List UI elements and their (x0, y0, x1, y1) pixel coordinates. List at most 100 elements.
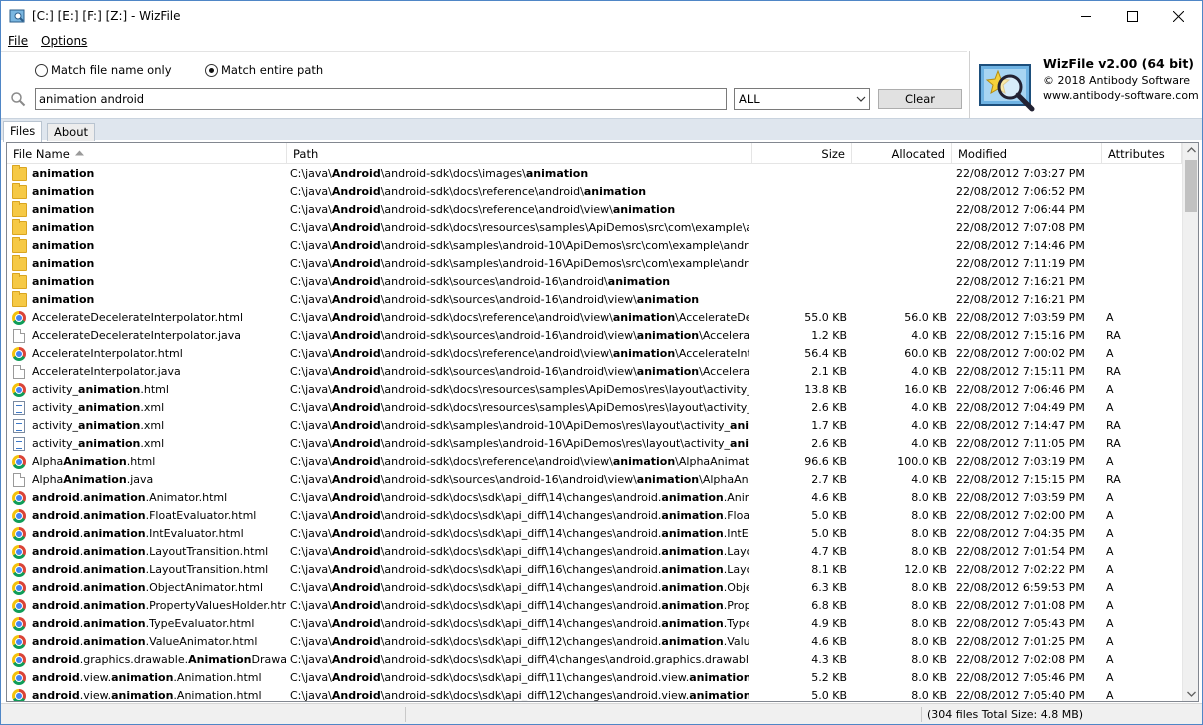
table-row[interactable]: animation C:\java\Android\android-sdk\sam… (7, 255, 1182, 273)
column-path[interactable]: Path (287, 143, 752, 164)
table-row[interactable]: animation C:\java\Android\android-sdk\doc… (7, 165, 1182, 183)
table-row[interactable]: AccelerateDecelerateInterpolator.html C:\… (7, 309, 1182, 327)
table-row[interactable]: animation C:\java\Android\android-sdk\doc… (7, 183, 1182, 201)
modified-cell: 22/08/2012 7:06:52 PM (956, 185, 1085, 198)
path-cell: C:\java\Android\android-sdk\docs\sdk\api… (290, 635, 749, 648)
table-row[interactable]: android.animation.ObjectAnimator.html C:\… (7, 579, 1182, 597)
table-row[interactable]: AccelerateDecelerateInterpolator.java C:\… (7, 327, 1182, 345)
table-row[interactable]: android.animation.PropertyValuesHolder.h… (7, 597, 1182, 615)
search-input[interactable] (35, 88, 727, 110)
modified-cell: 22/08/2012 7:01:25 PM (956, 635, 1085, 648)
path-cell: C:\java\Android\android-sdk\samples\andr… (290, 257, 749, 270)
column-size[interactable]: Size (752, 143, 852, 164)
modified-cell: 22/08/2012 7:15:16 PM (956, 329, 1085, 342)
sort-ascending-icon (74, 150, 84, 156)
table-row[interactable]: animation C:\java\Android\android-sdk\doc… (7, 219, 1182, 237)
file-name-cell: android.animation.ObjectAnimator.html (11, 579, 286, 597)
attributes-cell (1106, 201, 1176, 219)
table-row[interactable]: AlphaAnimation.java C:\java\Android\andro… (7, 471, 1182, 489)
search-panel: Match file name only Match entire path A… (1, 51, 967, 118)
maximize-button[interactable] (1110, 1, 1156, 32)
brand-website-link[interactable]: www.antibody-software.com (1043, 89, 1199, 102)
table-row[interactable]: activity_animation.xml C:\java\Android\an… (7, 417, 1182, 435)
title-bar: [C:] [E:] [F:] [Z:] - WizFile (1, 1, 1202, 32)
attributes-cell: A (1106, 347, 1114, 360)
size-cell (752, 255, 847, 273)
file-name-cell: animation (11, 183, 286, 201)
menu-file[interactable]: File (8, 34, 28, 48)
chrome-html-icon (12, 509, 26, 523)
menu-options[interactable]: Options (41, 34, 87, 48)
modified-cell: 22/08/2012 7:15:15 PM (956, 473, 1085, 486)
table-row[interactable]: AccelerateInterpolator.java C:\java\Andro… (7, 363, 1182, 381)
clear-button[interactable]: Clear (878, 89, 962, 109)
table-row[interactable]: android.animation.FloatEvaluator.html C:\… (7, 507, 1182, 525)
table-row[interactable]: animation C:\java\Android\android-sdk\sou… (7, 273, 1182, 291)
tab-strip: Files About (1, 118, 1202, 142)
file-name-cell: android.view.animation.Animation.html (11, 669, 286, 687)
tab-files[interactable]: Files (3, 121, 43, 142)
column-allocated[interactable]: Allocated (852, 143, 952, 164)
path-cell: C:\java\Android\android-sdk\samples\andr… (290, 419, 749, 432)
table-row[interactable]: android.view.animation.Animation.html C:\… (7, 669, 1182, 687)
file-name-cell: android.animation.LayoutTransition.html (11, 543, 286, 561)
status-summary: (304 files Total Size: 4.8 MB) (927, 708, 1084, 721)
column-file-name[interactable]: File Name (7, 143, 287, 164)
path-cell: C:\java\Android\android-sdk\docs\sdk\api… (290, 509, 749, 522)
table-row[interactable]: android.animation.IntEvaluator.html C:\ja… (7, 525, 1182, 543)
table-row[interactable]: android.graphics.drawable.AnimationDrawa… (7, 651, 1182, 669)
table-row[interactable]: android.view.animation.Animation.html C:\… (7, 687, 1182, 701)
table-row[interactable]: activity_animation.html C:\java\Android\a… (7, 381, 1182, 399)
file-name-cell: animation (11, 291, 286, 309)
chrome-html-icon (12, 635, 26, 649)
table-row[interactable]: android.animation.ValueAnimator.html C:\j… (7, 633, 1182, 651)
path-cell: C:\java\Android\android-sdk\docs\sdk\api… (290, 527, 749, 540)
modified-cell: 22/08/2012 7:04:49 PM (956, 401, 1085, 414)
app-window: [C:] [E:] [F:] [Z:] - WizFile File Optio… (0, 0, 1203, 725)
column-modified[interactable]: Modified (952, 143, 1102, 164)
vertical-scrollbar[interactable] (1182, 143, 1198, 701)
scroll-up-icon[interactable] (1187, 147, 1196, 153)
file-name-cell: activity_animation.xml (11, 435, 286, 453)
modified-cell: 22/08/2012 7:01:08 PM (956, 599, 1085, 612)
java-file-icon (13, 365, 25, 379)
file-name-cell: animation (11, 273, 286, 291)
allocated-cell (852, 237, 947, 255)
scroll-down-icon[interactable] (1187, 691, 1196, 697)
brand-name: WizFile v2.00 (64 bit) (1043, 56, 1195, 71)
modified-cell: 22/08/2012 7:11:05 PM (956, 437, 1085, 450)
column-attributes[interactable]: Attributes (1102, 143, 1182, 164)
table-row[interactable]: android.animation.LayoutTransition.html C… (7, 543, 1182, 561)
table-row[interactable]: android.animation.LayoutTransition.html C… (7, 561, 1182, 579)
folder-icon (12, 273, 27, 289)
close-button[interactable] (1156, 1, 1202, 32)
table-row[interactable]: android.animation.Animator.html C:\java\A… (7, 489, 1182, 507)
modified-cell: 22/08/2012 7:02:08 PM (956, 653, 1085, 666)
modified-cell: 22/08/2012 7:16:21 PM (956, 293, 1085, 306)
table-row[interactable]: activity_animation.xml C:\java\Android\an… (7, 399, 1182, 417)
size-cell: 96.6 KB (804, 455, 847, 468)
table-row[interactable]: android.animation.TypeEvaluator.html C:\j… (7, 615, 1182, 633)
table-row[interactable]: AlphaAnimation.html C:\java\Android\andro… (7, 453, 1182, 471)
path-cell: C:\java\Android\android-sdk\docs\referen… (290, 455, 749, 468)
table-row[interactable]: animation C:\java\Android\android-sdk\sou… (7, 291, 1182, 309)
attributes-cell: A (1106, 455, 1114, 468)
size-cell: 8.1 KB (811, 563, 847, 576)
allocated-cell: 4.0 KB (911, 437, 947, 450)
filter-dropdown[interactable]: ALL (734, 88, 870, 110)
file-name-cell: animation (11, 255, 286, 273)
table-row[interactable]: animation C:\java\Android\android-sdk\doc… (7, 201, 1182, 219)
table-row[interactable]: AccelerateInterpolator.html C:\java\Andro… (7, 345, 1182, 363)
folder-icon (12, 255, 27, 271)
tab-about[interactable]: About (47, 123, 96, 141)
scrollbar-thumb[interactable] (1185, 160, 1197, 212)
minimize-button[interactable] (1064, 1, 1110, 32)
table-row[interactable]: animation C:\java\Android\android-sdk\sam… (7, 237, 1182, 255)
file-name-cell: android.animation.PropertyValuesHolder.h… (11, 597, 286, 615)
modified-cell: 22/08/2012 6:59:53 PM (956, 581, 1085, 594)
table-row[interactable]: activity_animation.xml C:\java\Android\an… (7, 435, 1182, 453)
file-name-cell: AccelerateDecelerateInterpolator.java (11, 327, 286, 345)
chrome-html-icon (12, 581, 26, 595)
allocated-cell: 4.0 KB (911, 473, 947, 486)
radio-unchecked-icon (35, 64, 48, 77)
